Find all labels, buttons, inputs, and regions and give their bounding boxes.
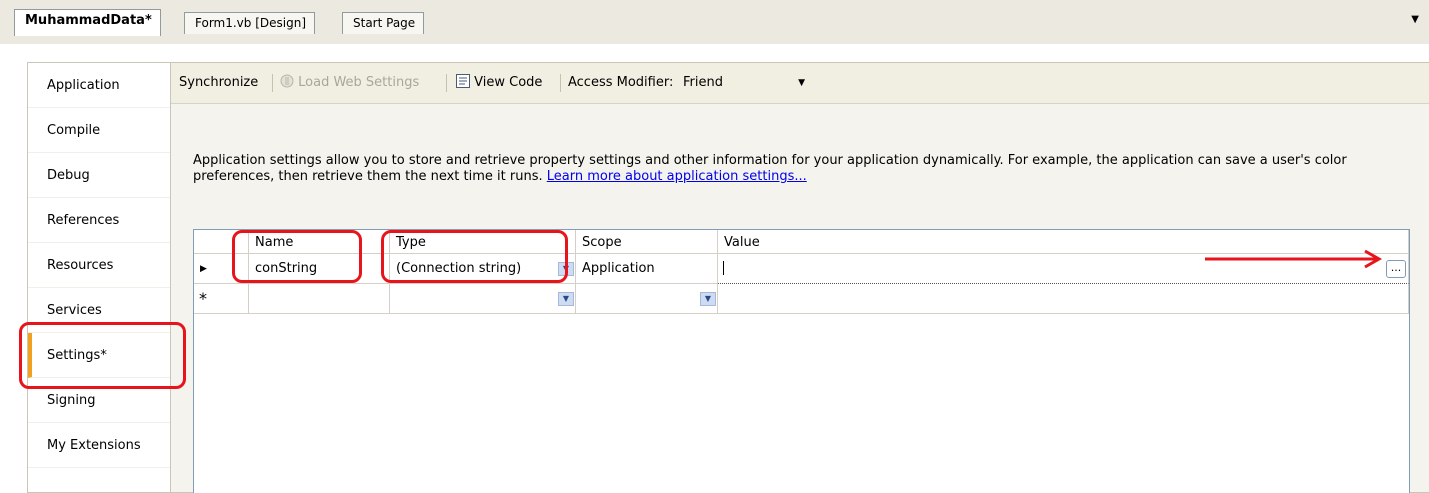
view-code-button[interactable]: View Code bbox=[456, 74, 542, 92]
sidebar-item-resources[interactable]: Resources bbox=[28, 243, 170, 288]
column-header-scope[interactable]: Scope bbox=[576, 230, 718, 254]
new-setting-scope-cell[interactable]: ▼ bbox=[576, 284, 718, 314]
chevron-down-icon[interactable]: ▼ bbox=[558, 292, 574, 306]
access-modifier-label: Access Modifier: bbox=[568, 75, 674, 90]
sidebar-item-my-extensions[interactable]: My Extensions bbox=[28, 423, 170, 468]
access-modifier-dropdown[interactable]: Friend ▼ bbox=[683, 74, 807, 92]
chevron-down-icon: ▼ bbox=[798, 78, 805, 88]
designer-sidebar: Application Compile Debug References Res… bbox=[27, 62, 171, 493]
new-row-header[interactable]: * bbox=[194, 284, 249, 314]
settings-tab-highlight bbox=[19, 322, 186, 389]
arrow-right-icon bbox=[1205, 249, 1383, 269]
setting-scope-cell[interactable]: Application bbox=[576, 254, 718, 284]
view-code-icon bbox=[456, 74, 470, 88]
synchronize-button[interactable]: Synchronize bbox=[179, 74, 258, 92]
toolbar-separator bbox=[272, 74, 273, 92]
sidebar-item-compile[interactable]: Compile bbox=[28, 108, 170, 153]
learn-more-link[interactable]: Learn more about application settings... bbox=[547, 169, 807, 184]
chevron-down-icon[interactable]: ▼ bbox=[700, 292, 716, 306]
name-cell-highlight bbox=[232, 230, 362, 283]
sidebar-item-references[interactable]: References bbox=[28, 198, 170, 243]
new-setting-name-cell[interactable] bbox=[249, 284, 390, 314]
new-setting-type-cell[interactable]: ▼ bbox=[390, 284, 576, 314]
load-web-settings-button[interactable]: Load Web Settings bbox=[280, 74, 419, 92]
settings-toolbar: Synchronize Load Web Settings View Code bbox=[171, 63, 1429, 104]
tab-overflow-dropdown-icon[interactable]: ▼ bbox=[1411, 14, 1419, 25]
access-modifier-value: Friend bbox=[683, 75, 723, 90]
view-code-label: View Code bbox=[474, 75, 543, 90]
new-row-star-icon: * bbox=[199, 289, 207, 308]
text-cursor bbox=[723, 261, 724, 275]
tab-start-page[interactable]: Start Page bbox=[342, 12, 425, 34]
new-setting-value-cell[interactable] bbox=[718, 284, 1409, 314]
settings-description: Application settings allow you to store … bbox=[193, 153, 1413, 185]
ellipsis-button[interactable]: ... bbox=[1386, 260, 1406, 278]
toolbar-separator bbox=[560, 74, 561, 92]
load-web-settings-label: Load Web Settings bbox=[298, 75, 420, 90]
web-settings-icon bbox=[280, 74, 294, 88]
current-row-icon: ▶ bbox=[200, 264, 207, 274]
tab-form1-design[interactable]: Form1.vb [Design] bbox=[184, 12, 316, 34]
toolbar-separator bbox=[446, 74, 447, 92]
document-tab-strip: MuhammadData* Form1.vb [Design] Start Pa… bbox=[0, 0, 1429, 45]
type-cell-highlight bbox=[381, 230, 568, 283]
sidebar-item-application[interactable]: Application bbox=[28, 63, 170, 108]
sidebar-item-debug[interactable]: Debug bbox=[28, 153, 170, 198]
tab-muhammaddata[interactable]: MuhammadData* bbox=[14, 9, 161, 36]
